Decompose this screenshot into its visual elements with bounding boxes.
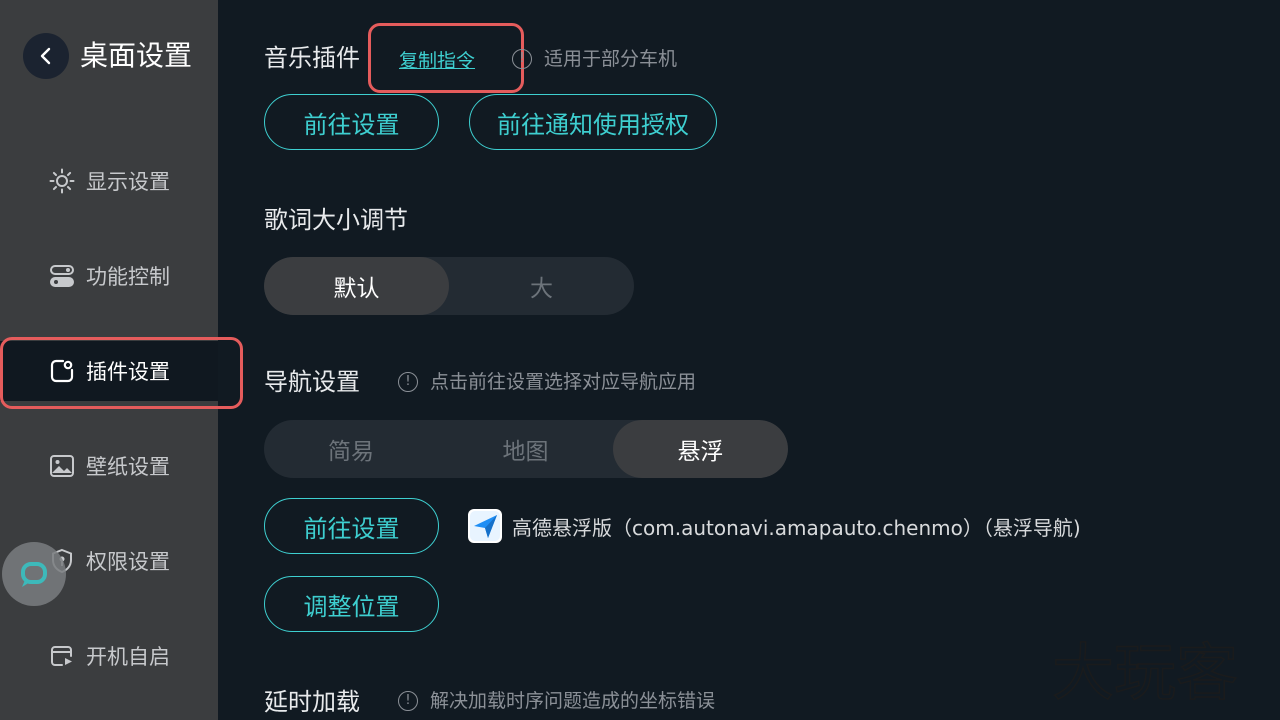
navigation-title: 导航设置: [264, 368, 360, 396]
delay-load-title: 延时加载: [264, 688, 360, 716]
navigation-hint: ! 点击前往设置选择对应导航应用: [398, 369, 696, 395]
sidebar-item-label: 开机自启: [86, 645, 170, 669]
back-button[interactable]: [23, 33, 69, 79]
adjust-position-button[interactable]: 调整位置: [264, 576, 439, 632]
nav-mode-simple[interactable]: 简易: [264, 420, 438, 478]
music-plugin-title: 音乐插件: [264, 44, 360, 72]
info-icon: !: [512, 49, 532, 69]
startup-icon: [48, 642, 76, 670]
lyrics-size-selector: 默认 大: [264, 257, 634, 315]
highlight-box-copy: [368, 23, 524, 93]
lyrics-option-large[interactable]: 大: [449, 257, 634, 315]
music-goto-settings-button[interactable]: 前往设置: [264, 94, 439, 150]
notification-access-button[interactable]: 前往通知使用授权: [469, 94, 717, 150]
toggle-icon: [48, 262, 76, 290]
svg-text:大玩客: 大玩客: [1052, 636, 1238, 706]
sidebar-item-function[interactable]: 功能控制: [0, 246, 218, 306]
watermark-logo: 大玩客: [1052, 636, 1239, 706]
sidebar-item-startup[interactable]: 开机自启: [0, 626, 218, 686]
floating-assistant-button[interactable]: [2, 542, 66, 606]
sidebar-item-display[interactable]: 显示设置: [0, 151, 218, 211]
delay-load-hint: ! 解决加载时序问题造成的坐标错误: [398, 688, 715, 714]
navigation-mode-selector: 简易 地图 悬浮: [264, 420, 788, 478]
music-plugin-hint: ! 适用于部分车机: [512, 46, 677, 72]
amap-app-icon: [468, 509, 502, 543]
music-plugin-hint-text: 适用于部分车机: [544, 48, 678, 70]
image-icon: [48, 452, 76, 480]
sidebar-item-label: 显示设置: [86, 170, 170, 194]
info-icon: !: [398, 691, 418, 711]
nav-goto-settings-button[interactable]: 前往设置: [264, 498, 439, 554]
navigation-hint-text: 点击前往设置选择对应导航应用: [430, 371, 697, 393]
sidebar-item-label: 功能控制: [86, 265, 170, 289]
sidebar-item-label: 壁纸设置: [86, 455, 170, 479]
lyrics-option-default[interactable]: 默认: [264, 257, 449, 315]
highlight-box-sidebar: [0, 337, 243, 409]
sidebar-item-label: 权限设置: [86, 550, 170, 574]
sidebar-item-wallpaper[interactable]: 壁纸设置: [0, 436, 218, 496]
sun-icon: [48, 167, 76, 195]
selected-nav-app-name: 高德悬浮版（com.autonavi.amapauto.chenmo）（悬浮导航…: [512, 515, 1081, 540]
page-title: 桌面设置: [80, 39, 193, 72]
delay-load-hint-text: 解决加载时序问题造成的坐标错误: [430, 690, 716, 712]
nav-mode-floating[interactable]: 悬浮: [613, 420, 788, 478]
info-icon: !: [398, 372, 418, 392]
assistant-icon: [21, 562, 47, 587]
chevron-left-icon: [40, 47, 51, 65]
nav-mode-map[interactable]: 地图: [438, 420, 613, 478]
lyrics-size-title: 歌词大小调节: [264, 206, 408, 234]
selected-nav-app: 高德悬浮版（com.autonavi.amapauto.chenmo）（悬浮导航…: [468, 509, 1081, 543]
